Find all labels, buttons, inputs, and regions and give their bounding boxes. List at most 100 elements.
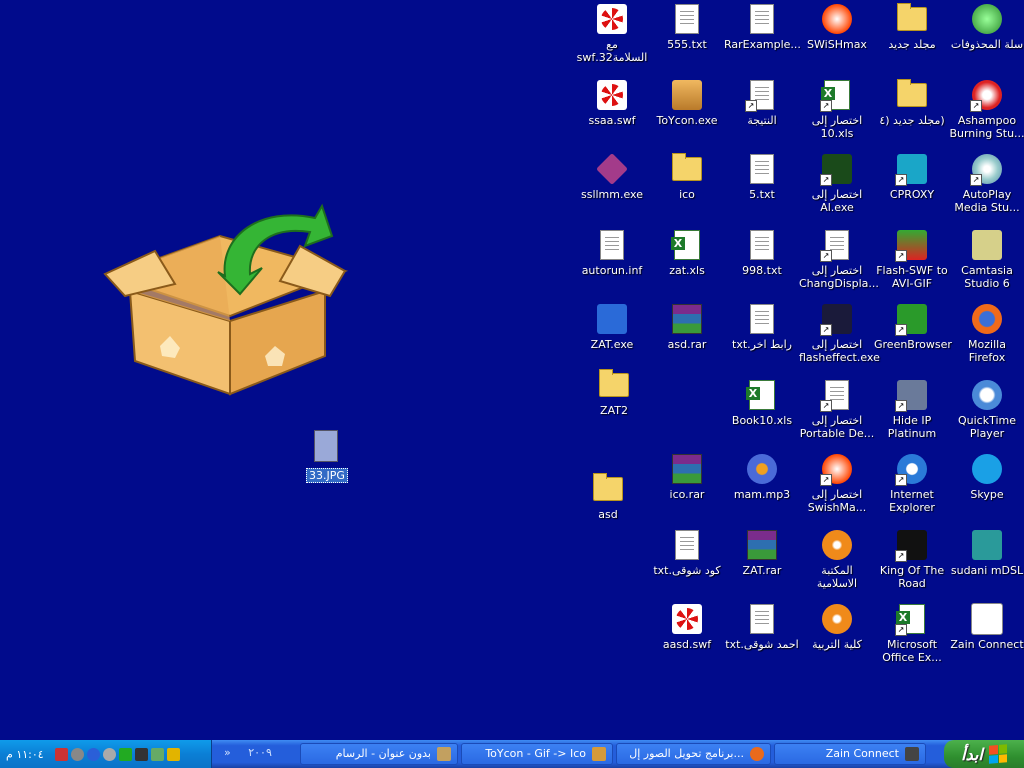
desktop-icon[interactable]: ico.rar <box>649 452 725 501</box>
desktop-icon[interactable]: asd <box>570 472 646 521</box>
swf-file-icon <box>595 2 629 36</box>
desktop-icon[interactable]: ↗ CPROXY <box>874 152 950 201</box>
system-tray: ١١:٠٤ م <box>0 740 212 768</box>
start-button[interactable]: ابدأ <box>944 740 1024 768</box>
tray-network-icon[interactable] <box>54 747 68 761</box>
shortcut-arrow-icon: ↗ <box>895 174 907 186</box>
desktop-icon[interactable]: ↗ اختصار إلى flasheffect.exe <box>799 302 880 364</box>
desktop-icon[interactable]: ToYcon.exe <box>649 78 725 127</box>
desktop-icon[interactable]: Skype <box>949 452 1024 501</box>
desktop-icon-label: اختصار إلى Al.exe <box>811 188 863 214</box>
desktop-icon-label: Skype <box>970 488 1004 501</box>
tray-phone-icon[interactable] <box>134 747 148 761</box>
desktop-icon[interactable]: ZAT.exe <box>574 302 650 351</box>
desktop-icon[interactable]: Book10.xls <box>724 378 800 427</box>
desktop-icon[interactable]: ssaa.swf <box>574 78 650 127</box>
tray-disc-icon[interactable] <box>102 747 116 761</box>
taskbar: ١١:٠٤ م » ٢٠٠٩ بدون عنوان - الرسام ToYco… <box>0 740 1024 768</box>
rar-example-icon <box>745 2 779 36</box>
skype-icon <box>970 452 1004 486</box>
shortcut-arrow-icon: ↗ <box>895 400 907 412</box>
desktop-icon[interactable]: كود شوقى.txt <box>649 528 725 577</box>
desktop-icon[interactable]: ↗ اختصار إلى ChangDispla... <box>799 228 879 290</box>
desktop-icon[interactable]: ↗ AutoPlay Media Stu... <box>949 152 1024 214</box>
desktop-icon[interactable]: mam.mp3 <box>724 452 800 501</box>
selected-jpg-file[interactable]: 33.JPG <box>306 430 348 483</box>
swf-file-icon <box>670 602 704 636</box>
desktop-icon[interactable]: RarExample... <box>724 2 801 51</box>
tray-info-icon[interactable] <box>86 747 100 761</box>
desktop-icon[interactable]: ↗ اختصار إلى SwishMa... <box>799 452 875 514</box>
desktop-icon[interactable]: ZAT2 <box>576 368 652 417</box>
desktop-icon[interactable]: المكتبة الاسلامية <box>799 528 875 590</box>
desktop-icon-label: Flash-SWF to AVI-GIF <box>876 264 948 290</box>
desktop-icon[interactable]: مجلد جديد <box>874 2 950 51</box>
excel-file-icon <box>670 228 704 262</box>
desktop-icon-label: ZAT.exe <box>590 338 634 351</box>
task-paint[interactable]: بدون عنوان - الرسام <box>300 743 458 765</box>
text-file-icon <box>745 302 779 336</box>
desktop-icon-label: Book10.xls <box>731 414 793 427</box>
folder-icon <box>597 368 631 402</box>
desktop-icon[interactable]: ZAT.rar <box>724 528 800 577</box>
desktop-icon[interactable]: 555.txt <box>649 2 725 51</box>
shortcut-arrow-icon: ↗ <box>895 324 907 336</box>
desktop-icon[interactable]: Camtasia Studio 6 <box>949 228 1024 290</box>
desktop-icon[interactable]: ↗ اختصار إلى Al.exe <box>799 152 875 214</box>
desktop-icon[interactable]: Mozilla Firefox <box>949 302 1024 364</box>
desktop-icon[interactable]: ↗ Internet Explorer <box>874 452 950 514</box>
task-zain-connect[interactable]: Zain Connect <box>774 743 926 765</box>
desktop-icon[interactable]: ↗ النتيجة <box>724 78 800 127</box>
mp3-file-icon <box>745 452 779 486</box>
zain-connect-icon <box>970 602 1004 636</box>
clock[interactable]: ١١:٠٤ م <box>6 748 44 761</box>
desktop-icon-label: اختصار إلى 10.xls <box>811 114 863 140</box>
tray-shield-icon[interactable] <box>166 747 180 761</box>
office-excel-icon: ↗ <box>895 602 929 636</box>
desktop-icon-label: CPROXY <box>889 188 935 201</box>
tray-globe-icon[interactable] <box>70 747 84 761</box>
desktop-icon[interactable]: ↗ Ashampoo Burning Stu... <box>949 78 1024 140</box>
swishmax-icon <box>820 2 854 36</box>
desktop-icon[interactable]: ↗ King Of The Road <box>874 528 950 590</box>
desktop-icon[interactable]: ↗ اختصار إلى 10.xls <box>799 78 875 140</box>
desktop-icon[interactable]: سلة المحذوفات <box>949 2 1024 51</box>
desktop-icon[interactable]: asd.rar <box>649 302 725 351</box>
desktop-icon-label: ico.rar <box>669 488 705 501</box>
desktop-icon[interactable]: مع السلامة32.swf <box>574 2 650 64</box>
task-label: بدون عنوان - الرسام <box>335 747 431 760</box>
desktop-icon[interactable]: احمد شوقى.txt <box>724 602 800 651</box>
desktop-icon[interactable]: ↗ Microsoft Office Ex... <box>874 602 950 664</box>
shortcut-arrow-icon: ↗ <box>820 474 832 486</box>
autoplay-icon: ↗ <box>970 152 1004 186</box>
desktop-icon-label: QuickTime Player <box>957 414 1017 440</box>
desktop-icon[interactable]: QuickTime Player <box>949 378 1024 440</box>
desktop-icon[interactable]: autorun.inf <box>574 228 650 277</box>
desktop-icon[interactable]: 998.txt <box>724 228 800 277</box>
desktop-icon[interactable]: ↗ Hide IP Platinum <box>874 378 950 440</box>
desktop-icon[interactable]: ↗ Flash-SWF to AVI-GIF <box>874 228 950 290</box>
desktop-icon[interactable]: ssllmm.exe <box>574 152 650 201</box>
tray-app-icon[interactable] <box>150 747 164 761</box>
desktop-icon-label: 555.txt <box>667 38 707 51</box>
desktop-icon[interactable]: ↗ اختصار إلى Portable De... <box>799 378 875 440</box>
desktop-icon[interactable]: 5.txt <box>724 152 800 201</box>
tray-arrow-icon[interactable] <box>118 747 132 761</box>
desktop-icon[interactable]: (مجلد جديد (٤ <box>874 78 950 127</box>
desktop-icon-label: اختصار إلى ChangDispla... <box>799 264 879 290</box>
task-image-converter[interactable]: برنامج تحويل الصور إل... <box>616 743 771 765</box>
excel-file-icon <box>745 378 779 412</box>
desktop-icon[interactable]: ↗ GreenBrowser <box>874 302 952 351</box>
desktop-icon[interactable]: رابط اخر.txt <box>724 302 800 351</box>
desktop-icon[interactable]: كلية التربية <box>799 602 875 651</box>
desktop-icon[interactable]: aasd.swf <box>649 602 725 651</box>
desktop-icon[interactable]: ico <box>649 152 725 201</box>
desktop-icon[interactable]: zat.xls <box>649 228 725 277</box>
desktop-icon[interactable]: SWiSHmax <box>799 2 875 51</box>
shortcut-arrow-icon: ↗ <box>895 624 907 636</box>
quick-launch-chevron[interactable]: » <box>224 746 231 759</box>
rar-file-icon <box>745 528 779 562</box>
desktop-icon[interactable]: sudani mDSL <box>949 528 1024 577</box>
task-toycon[interactable]: ToYcon - Gif -> Ico <box>461 743 613 765</box>
desktop-icon[interactable]: Zain Connect <box>949 602 1024 651</box>
